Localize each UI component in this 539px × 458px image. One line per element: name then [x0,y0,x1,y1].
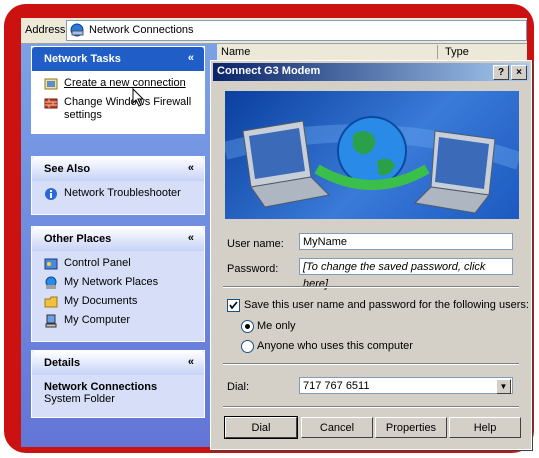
task-pane: Network Tasks « Create a new connection … [21,44,217,447]
dial-label: Dial: [227,381,250,393]
details-name: Network Connections [44,381,158,393]
radio-anyone-label: Anyone who uses this computer [257,340,413,352]
dial-number-combobox[interactable]: 717 767 6511 ▼ [299,377,513,394]
see-also-header[interactable]: See Also « [32,157,204,181]
details-header[interactable]: Details « [32,351,204,375]
address-value: Network Connections [89,24,194,36]
folder-icon [44,296,58,308]
separator [223,286,519,288]
help-title-button[interactable]: ? [493,65,509,80]
task-create-connection-label: Create a new connection [64,77,186,89]
separator [223,363,519,365]
other-places-title: Other Places [44,233,112,245]
link-my-network-places[interactable]: My Network Places [44,276,196,292]
column-type[interactable]: Type [445,46,469,58]
other-places-panel: Other Places « Control Panel My Network … [31,226,205,342]
link-network-troubleshooter[interactable]: Network Troubleshooter [44,187,196,203]
new-connection-icon [44,78,58,90]
column-separator[interactable] [437,45,438,59]
dial-number-value: 717 767 6511 [303,380,370,392]
network-connections-icon [70,23,84,37]
collapse-icon[interactable]: « [188,356,194,368]
separator [223,406,519,408]
cancel-button[interactable]: Cancel [301,417,373,438]
radio-me-only-label: Me only [257,320,296,332]
task-create-connection[interactable]: Create a new connection [44,77,196,93]
properties-button[interactable]: Properties [375,417,447,438]
password-input[interactable]: [To change the saved password, click her… [299,258,513,290]
collapse-icon[interactable]: « [188,52,194,64]
firewall-icon [44,98,58,109]
user-name-input[interactable]: MyName [299,233,513,250]
mouse-cursor-icon [132,88,145,107]
address-bar: Address Network Connections [21,18,527,44]
address-field[interactable]: Network Connections [66,20,527,41]
network-tasks-panel: Network Tasks « Create a new connection … [31,46,205,134]
network-places-icon [45,276,57,289]
details-title: Details [44,357,81,369]
save-credentials-checkbox[interactable] [227,299,240,312]
link-network-troubleshooter-label: Network Troubleshooter [64,187,181,199]
dialog-title: Connect G3 Modem [217,65,321,77]
connect-dialog: Connect G3 Modem ? × User name: MyName P… [210,60,532,450]
radio-me-only[interactable] [241,320,254,333]
see-also-title: See Also [44,163,91,175]
save-credentials-label: Save this user name and password for the… [244,299,529,311]
close-button[interactable]: × [511,65,527,80]
details-type: System Folder [44,393,115,405]
link-my-network-places-label: My Network Places [64,276,159,288]
link-control-panel-label: Control Panel [64,257,131,269]
link-my-documents[interactable]: My Documents [44,295,196,311]
help-button[interactable]: Help [449,417,521,438]
dial-button[interactable]: Dial [224,416,298,439]
column-header: Name Type [217,44,527,61]
check-icon [229,301,238,310]
collapse-icon[interactable]: « [188,232,194,244]
link-my-computer-label: My Computer [64,314,131,326]
password-label: Password: [227,263,279,275]
task-change-firewall[interactable]: Change Windows Firewall settings [44,96,196,122]
column-name[interactable]: Name [221,46,250,58]
radio-dot [245,324,250,329]
network-tasks-header[interactable]: Network Tasks « [32,47,204,71]
chevron-down-icon[interactable]: ▼ [496,379,511,394]
dialog-title-bar[interactable]: Connect G3 Modem ? × [213,63,529,81]
address-label: Address [25,24,66,36]
network-tasks-title: Network Tasks [44,53,121,65]
link-my-documents-label: My Documents [64,295,138,307]
computer-icon [45,314,57,328]
collapse-icon[interactable]: « [188,162,194,174]
connection-banner-image [225,91,519,219]
link-control-panel[interactable]: Control Panel [44,257,196,273]
task-change-firewall-label: Change Windows Firewall settings [64,96,192,121]
radio-anyone[interactable] [241,340,254,353]
see-also-panel: See Also « Network Troubleshooter [31,156,205,215]
details-panel: Details « Network Connections System Fol… [31,350,205,418]
control-panel-icon [44,258,58,270]
laptops-globe-illustration [225,116,519,214]
user-name-label: User name: [227,238,284,250]
info-icon [45,188,57,200]
link-my-computer[interactable]: My Computer [44,314,196,330]
other-places-header[interactable]: Other Places « [32,227,204,251]
